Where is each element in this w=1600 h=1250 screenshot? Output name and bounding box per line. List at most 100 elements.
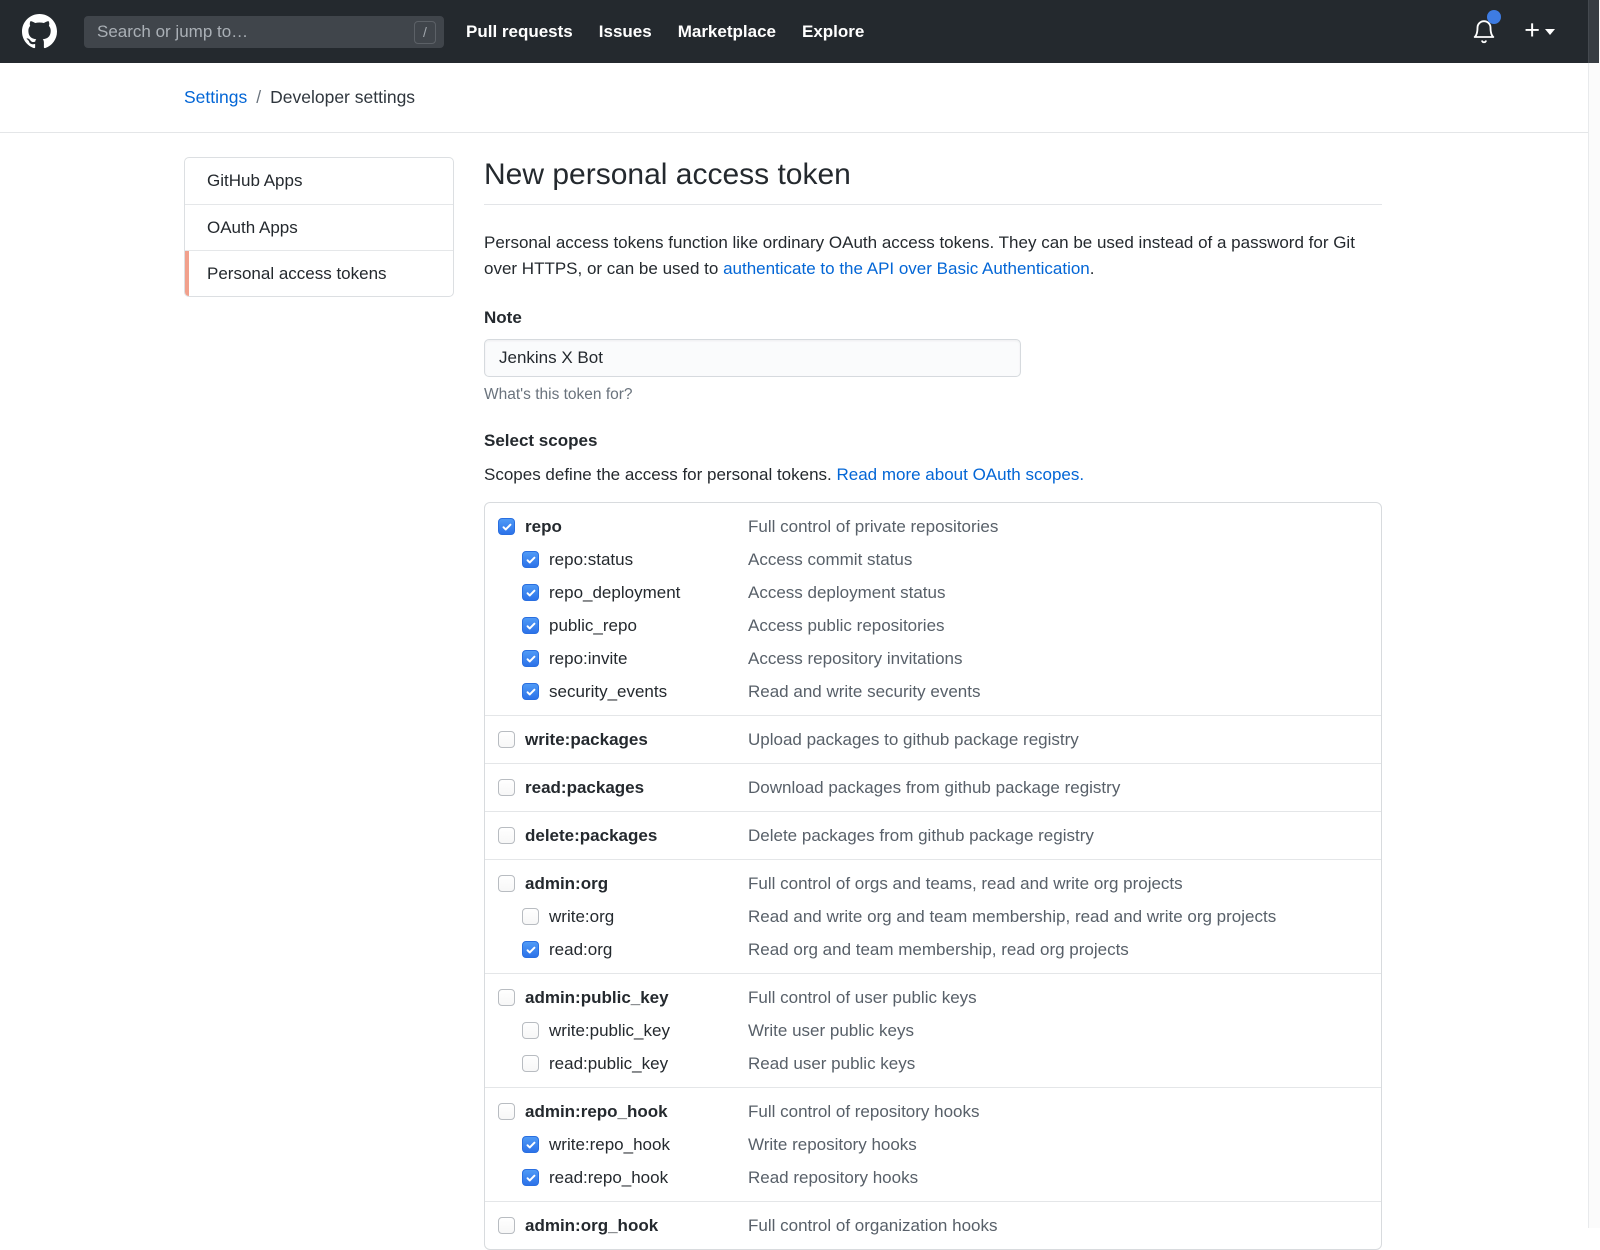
notifications-bell-icon[interactable] bbox=[1471, 19, 1497, 45]
scope-checkbox[interactable] bbox=[522, 584, 539, 601]
scope-checkbox[interactable] bbox=[498, 989, 515, 1006]
scope-checkbox[interactable] bbox=[498, 1217, 515, 1234]
scope-checkbox[interactable] bbox=[522, 551, 539, 568]
scope-group: admin:org Full control of orgs and teams… bbox=[485, 859, 1381, 973]
scope-description: Delete packages from github package regi… bbox=[748, 826, 1094, 846]
scope-description: Download packages from github package re… bbox=[748, 778, 1120, 798]
breadcrumb: Settings / Developer settings bbox=[0, 63, 1588, 133]
scope-checkbox[interactable] bbox=[522, 941, 539, 958]
scope-name: admin:org bbox=[525, 874, 608, 894]
search-input[interactable] bbox=[85, 22, 414, 42]
sidebar-item-oauth-apps[interactable]: OAuth Apps bbox=[185, 204, 453, 250]
scope-checkbox[interactable] bbox=[522, 617, 539, 634]
plus-icon: + bbox=[1524, 17, 1540, 44]
scope-description: Write user public keys bbox=[748, 1021, 914, 1041]
scope-name: read:repo_hook bbox=[549, 1168, 668, 1188]
scope-checkbox[interactable] bbox=[498, 518, 515, 535]
scope-description: Access repository invitations bbox=[748, 649, 962, 669]
scope-checkbox[interactable] bbox=[498, 827, 515, 844]
scope-row: read:org Read org and team membership, r… bbox=[485, 933, 1381, 966]
scope-table: repo Full control of private repositorie… bbox=[484, 502, 1382, 1250]
scope-group: read:packages Download packages from git… bbox=[485, 763, 1381, 811]
intro-suffix: . bbox=[1090, 259, 1095, 278]
scope-checkbox[interactable] bbox=[498, 1103, 515, 1120]
nav-marketplace[interactable]: Marketplace bbox=[678, 22, 776, 42]
scope-checkbox[interactable] bbox=[522, 1169, 539, 1186]
scope-name: delete:packages bbox=[525, 826, 657, 846]
scope-row: write:packages Upload packages to github… bbox=[485, 723, 1381, 756]
scope-name: repo:status bbox=[549, 550, 633, 570]
scope-name: repo_deployment bbox=[549, 583, 680, 603]
scope-row: admin:public_key Full control of user pu… bbox=[485, 981, 1381, 1014]
nav-pull-requests[interactable]: Pull requests bbox=[466, 22, 573, 42]
scope-checkbox[interactable] bbox=[498, 875, 515, 892]
scope-checkbox[interactable] bbox=[522, 1022, 539, 1039]
search-box[interactable]: / bbox=[84, 16, 444, 48]
github-logo-icon[interactable] bbox=[22, 14, 57, 49]
unread-notification-dot bbox=[1487, 10, 1501, 24]
scope-description: Full control of orgs and teams, read and… bbox=[748, 874, 1183, 894]
scope-name: admin:repo_hook bbox=[525, 1102, 668, 1122]
intro-paragraph: Personal access tokens function like ord… bbox=[484, 230, 1382, 282]
scope-name: admin:public_key bbox=[525, 988, 669, 1008]
scope-checkbox[interactable] bbox=[522, 683, 539, 700]
main-nav: Pull requests Issues Marketplace Explore bbox=[466, 0, 864, 63]
sidebar-item-personal-access-tokens[interactable]: Personal access tokens bbox=[185, 250, 453, 296]
scope-name: read:public_key bbox=[549, 1054, 668, 1074]
breadcrumb-settings-link[interactable]: Settings bbox=[184, 87, 247, 108]
scope-checkbox[interactable] bbox=[498, 731, 515, 748]
scrollbar-track[interactable] bbox=[1588, 0, 1600, 1228]
breadcrumb-current: Developer settings bbox=[270, 87, 415, 108]
main-content: New personal access token Personal acces… bbox=[484, 133, 1382, 1250]
nav-explore[interactable]: Explore bbox=[802, 22, 864, 42]
note-label: Note bbox=[484, 308, 1382, 328]
scope-row: repo Full control of private repositorie… bbox=[485, 510, 1381, 543]
note-help-text: What's this token for? bbox=[484, 386, 1382, 404]
sidebar-item-github-apps[interactable]: GitHub Apps bbox=[185, 158, 453, 204]
scope-name: write:repo_hook bbox=[549, 1135, 670, 1155]
scope-row: public_repo Access public repositories bbox=[485, 609, 1381, 642]
developer-settings-sidebar: GitHub Apps OAuth Apps Personal access t… bbox=[184, 157, 454, 297]
scope-description: Access public repositories bbox=[748, 616, 945, 636]
chevron-down-icon bbox=[1545, 29, 1555, 35]
note-input[interactable] bbox=[484, 339, 1021, 377]
page-title: New personal access token bbox=[484, 158, 1382, 205]
scope-checkbox[interactable] bbox=[522, 650, 539, 667]
scope-name: read:org bbox=[549, 940, 612, 960]
scope-description: Access deployment status bbox=[748, 583, 945, 603]
scope-row: admin:org_hook Full control of organizat… bbox=[485, 1209, 1381, 1242]
scope-name: write:public_key bbox=[549, 1021, 670, 1041]
scope-description: Read org and team membership, read org p… bbox=[748, 940, 1129, 960]
scope-row: delete:packages Delete packages from git… bbox=[485, 819, 1381, 852]
scope-description: Read and write security events bbox=[748, 682, 980, 702]
scopes-intro-text: Scopes define the access for personal to… bbox=[484, 465, 836, 484]
create-new-button[interactable]: + bbox=[1524, 20, 1555, 44]
scope-checkbox[interactable] bbox=[522, 1055, 539, 1072]
app-header: / Pull requestsIssuesMarketplaceExplore … bbox=[0, 0, 1600, 63]
scope-name: admin:org_hook bbox=[525, 1216, 658, 1236]
scope-group: delete:packages Delete packages from git… bbox=[485, 811, 1381, 859]
scope-name: write:packages bbox=[525, 730, 648, 750]
scope-row: write:org Read and write org and team me… bbox=[485, 900, 1381, 933]
scope-group: admin:repo_hook Full control of reposito… bbox=[485, 1087, 1381, 1201]
nav-issues[interactable]: Issues bbox=[599, 22, 652, 42]
scope-group: repo Full control of private repositorie… bbox=[485, 503, 1381, 715]
scope-row: admin:org Full control of orgs and teams… bbox=[485, 867, 1381, 900]
basic-auth-link[interactable]: authenticate to the API over Basic Authe… bbox=[723, 259, 1090, 278]
scopes-intro: Scopes define the access for personal to… bbox=[484, 465, 1382, 485]
scope-group: admin:public_key Full control of user pu… bbox=[485, 973, 1381, 1087]
scope-name: repo bbox=[525, 517, 562, 537]
header-right: + bbox=[1471, 0, 1555, 63]
scope-checkbox[interactable] bbox=[498, 779, 515, 796]
scope-checkbox[interactable] bbox=[522, 908, 539, 925]
sidebar-item-label: Personal access tokens bbox=[207, 264, 387, 284]
scope-row: read:repo_hook Read repository hooks bbox=[485, 1161, 1381, 1194]
scope-name: read:packages bbox=[525, 778, 644, 798]
select-scopes-label: Select scopes bbox=[484, 431, 1382, 451]
oauth-scopes-link[interactable]: Read more about OAuth scopes. bbox=[836, 465, 1084, 484]
breadcrumb-separator: / bbox=[256, 87, 261, 108]
scope-checkbox[interactable] bbox=[522, 1136, 539, 1153]
scope-row: admin:repo_hook Full control of reposito… bbox=[485, 1095, 1381, 1128]
scope-description: Full control of user public keys bbox=[748, 988, 977, 1008]
scope-description: Access commit status bbox=[748, 550, 912, 570]
